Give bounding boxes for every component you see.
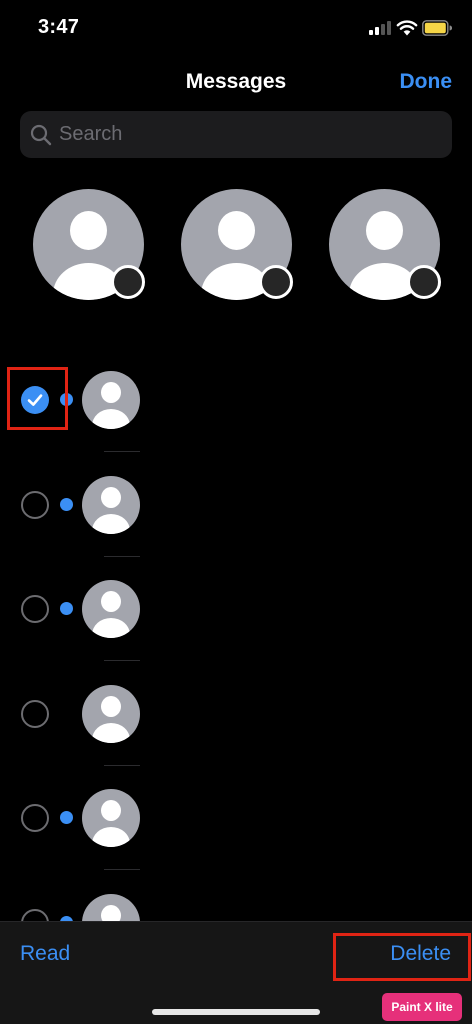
conversation-row[interactable] [0, 347, 472, 452]
bottom-toolbar: Read Delete Paint X lite [0, 921, 472, 1024]
pinned-status-badge [111, 265, 145, 299]
person-icon [101, 487, 121, 508]
person-icon [101, 591, 121, 612]
unread-indicator [60, 498, 73, 511]
conversation-row[interactable] [0, 452, 472, 557]
contact-avatar [82, 685, 140, 743]
home-indicator [152, 1009, 320, 1015]
selected-checkbox-highlight [7, 367, 68, 430]
selection-circle[interactable] [21, 700, 49, 728]
pinned-status-badge [407, 265, 441, 299]
pinned-status-badge [259, 265, 293, 299]
unread-indicator [60, 811, 73, 824]
battery-icon [422, 20, 452, 36]
person-icon [101, 800, 121, 821]
search-icon [30, 124, 52, 146]
unread-indicator [60, 602, 73, 615]
person-icon [218, 211, 255, 250]
search-input[interactable]: Search [59, 111, 439, 158]
person-icon [101, 696, 121, 717]
person-icon [101, 382, 121, 403]
search-bar[interactable]: Search [20, 111, 452, 158]
done-button[interactable]: Done [400, 70, 453, 94]
selection-circle[interactable] [21, 491, 49, 519]
status-time: 3:47 [38, 16, 80, 38]
contact-avatar [82, 371, 140, 429]
selection-circle[interactable] [21, 804, 49, 832]
contact-avatar [82, 476, 140, 534]
watermark-logo: Paint X lite [382, 993, 462, 1021]
person-icon [366, 211, 403, 250]
selection-circle[interactable] [21, 595, 49, 623]
contact-avatar [82, 789, 140, 847]
conversation-row[interactable] [0, 556, 472, 661]
conversation-row[interactable] [0, 765, 472, 870]
cellular-signal-icon [369, 21, 391, 35]
delete-button-highlight [333, 933, 471, 981]
conversation-row[interactable] [0, 661, 472, 766]
wifi-icon [396, 20, 418, 36]
status-bar: 3:47 [0, 0, 472, 56]
read-button[interactable]: Read [20, 942, 70, 966]
contact-avatar [82, 580, 140, 638]
person-icon [70, 211, 107, 250]
